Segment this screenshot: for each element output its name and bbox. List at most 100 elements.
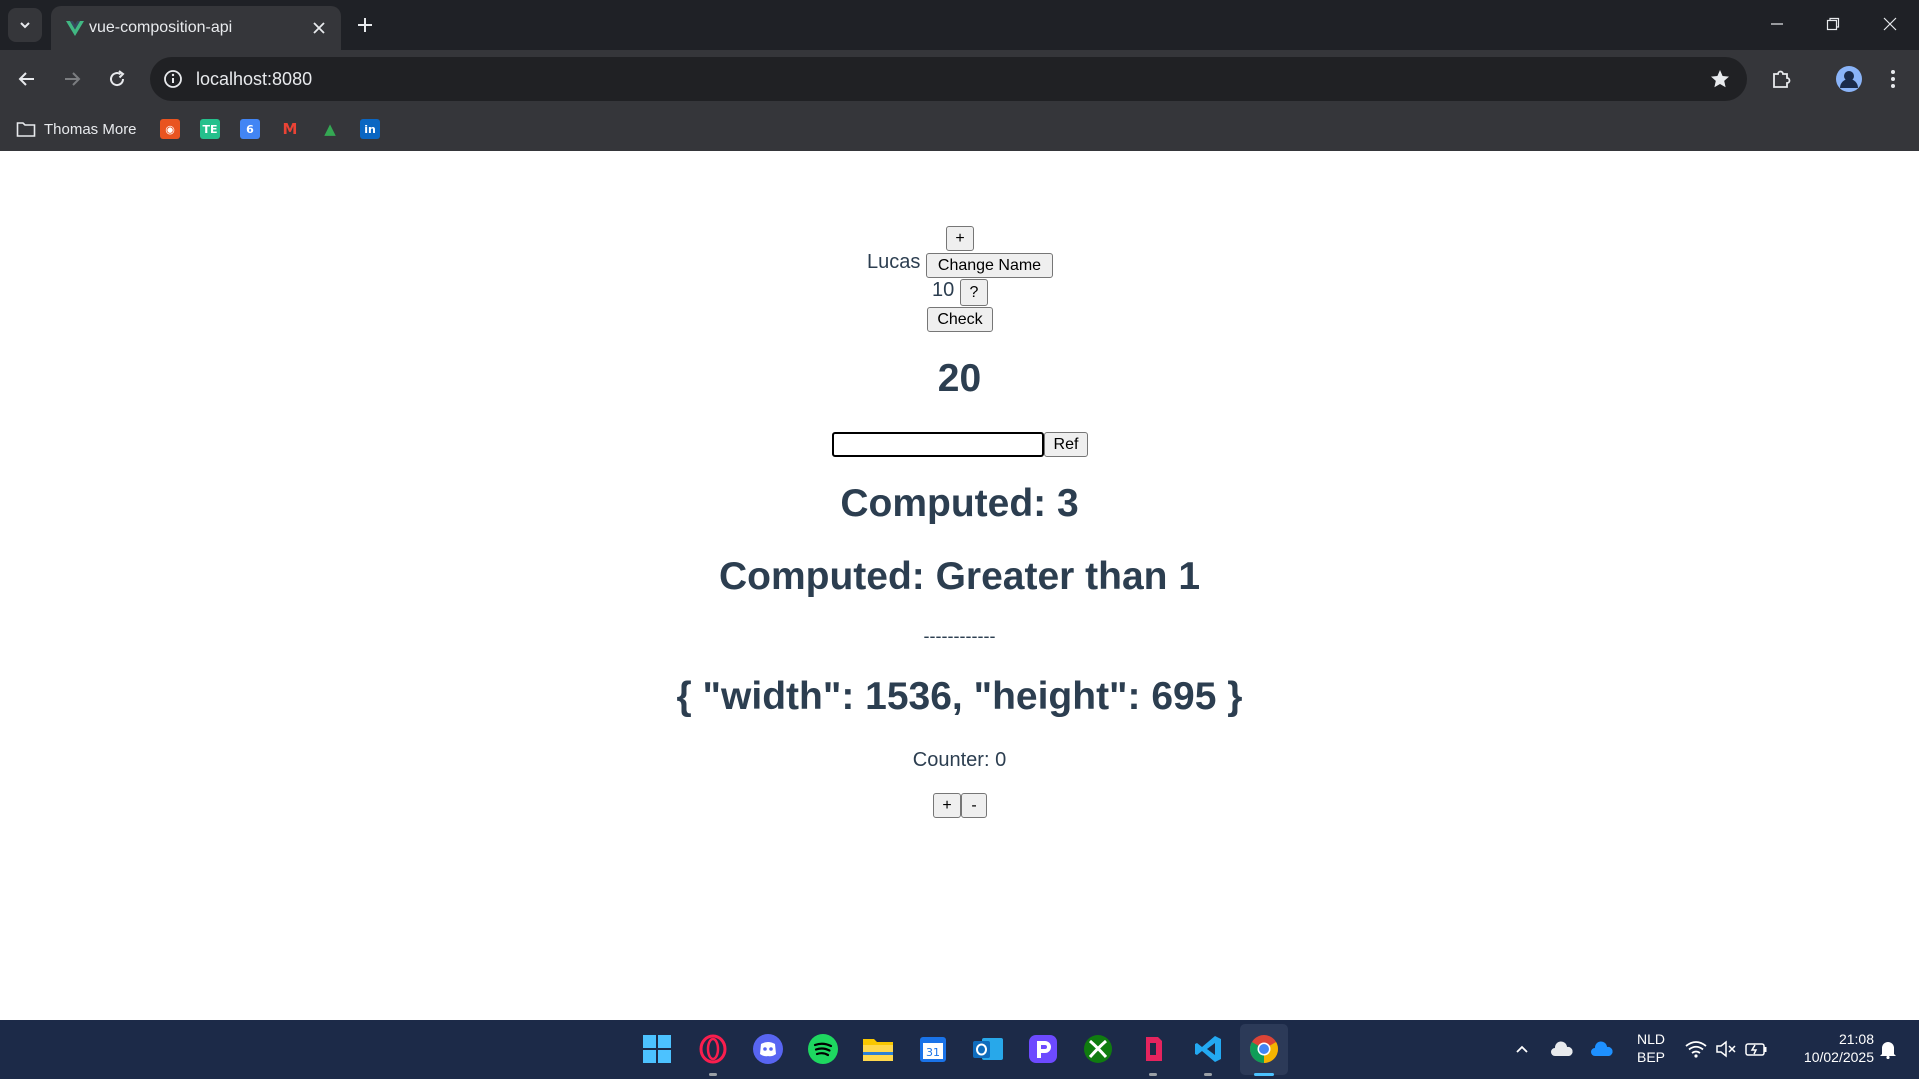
change-name-button[interactable]: Change Name [926, 253, 1053, 278]
chevron-down-icon [20, 22, 30, 29]
windows-taskbar: 31 NLD BEP 21:08 10/02/2025 [0, 1020, 1919, 1079]
onedrive-business-tray[interactable] [1587, 1033, 1617, 1065]
battery-tray[interactable] [1742, 1033, 1770, 1065]
cloud-icon [1591, 1041, 1613, 1056]
big-number-heading: 20 [937, 357, 982, 400]
tab-title: vue-composition-api [89, 19, 233, 36]
vscode-icon [1195, 1036, 1221, 1062]
ref-input[interactable] [832, 432, 1044, 457]
start-button[interactable] [641, 1033, 673, 1065]
proton-icon [1029, 1035, 1057, 1063]
address-bar[interactable]: localhost:8080 [150, 57, 1747, 101]
question-button[interactable]: ? [960, 279, 988, 306]
close-icon [1883, 17, 1897, 31]
gmail-bookmark-icon[interactable]: M [280, 119, 300, 139]
bookmarks-bar: Thomas More ◉ TE 6 M ▲ in [0, 108, 1919, 151]
computed-count-heading: Computed: 3 [840, 482, 1079, 525]
close-icon [313, 22, 325, 34]
onedrive-personal-tray[interactable] [1547, 1033, 1577, 1065]
tab-close-button[interactable] [309, 18, 329, 38]
app-icon [1146, 1037, 1162, 1061]
new-tab-button[interactable] [352, 12, 378, 38]
name-text: Lucas [867, 251, 921, 273]
discord-taskbar-button[interactable] [752, 1033, 784, 1065]
check-button[interactable]: Check [927, 307, 993, 332]
profile-button[interactable] [1832, 62, 1866, 96]
counter-decrement-button[interactable]: - [961, 793, 987, 818]
drive-bookmark-icon[interactable]: ▲ [320, 119, 340, 139]
chrome-menu-button[interactable] [1876, 62, 1910, 96]
keyboard-layout: BEP [1636, 1049, 1665, 1065]
xbox-icon [1084, 1035, 1112, 1063]
folder-icon [16, 122, 36, 137]
proton-taskbar-button[interactable] [1027, 1033, 1059, 1065]
clock[interactable]: 21:08 10/02/2025 [1778, 1030, 1874, 1066]
ref-button[interactable]: Ref [1044, 432, 1088, 457]
xbox-taskbar-button[interactable] [1082, 1033, 1114, 1065]
bookmark-folder-thomas-more[interactable]: Thomas More [16, 117, 137, 141]
language-code: NLD [1636, 1031, 1665, 1047]
increment-button[interactable]: + [946, 226, 974, 251]
reload-button[interactable] [100, 62, 134, 96]
counter-text: Counter: 0 [912, 749, 1007, 771]
minimize-icon [1771, 23, 1783, 25]
vscode-taskbar-button[interactable] [1192, 1033, 1224, 1065]
plus-icon [358, 18, 372, 32]
opera-gx-icon [699, 1034, 727, 1064]
network-tray[interactable] [1682, 1033, 1710, 1065]
more-vert-icon [1891, 70, 1895, 88]
arrow-right-icon [65, 72, 81, 86]
restore-button[interactable] [1815, 8, 1851, 40]
computed-text-heading: Computed: Greater than 1 [718, 555, 1201, 598]
discord-icon [753, 1034, 783, 1064]
tab-search-button[interactable] [8, 8, 42, 42]
outlook-icon [973, 1038, 1003, 1060]
opera-gx-taskbar-button[interactable] [697, 1033, 729, 1065]
linkedin-bookmark-icon[interactable]: in [360, 119, 380, 139]
volume-muted-icon [1716, 1040, 1736, 1058]
windows-logo-icon [643, 1035, 671, 1063]
wifi-icon [1685, 1041, 1707, 1058]
volume-tray[interactable] [1712, 1033, 1740, 1065]
minimize-button[interactable] [1759, 8, 1795, 40]
spotify-icon [808, 1034, 838, 1064]
browser-tab[interactable]: vue-composition-api [51, 6, 341, 50]
calendar-bookmark-icon[interactable]: 6 [240, 119, 260, 139]
outlook-taskbar-button[interactable] [972, 1033, 1004, 1065]
close-window-button[interactable] [1872, 8, 1908, 40]
site-info-icon[interactable] [162, 68, 184, 90]
avatar-icon [1836, 66, 1862, 92]
url-text: localhost:8080 [196, 69, 313, 89]
spotify-taskbar-button[interactable] [807, 1033, 839, 1065]
calendar-taskbar-button[interactable]: 31 [917, 1033, 949, 1065]
forward-button[interactable] [55, 62, 89, 96]
show-hidden-icons-button[interactable] [1507, 1033, 1537, 1065]
chrome-icon [1250, 1035, 1278, 1063]
clock-time: 21:08 [1838, 1031, 1874, 1047]
chrome-taskbar-button[interactable] [1248, 1033, 1280, 1065]
file-explorer-taskbar-button[interactable] [862, 1033, 894, 1065]
clock-date: 10/02/2025 [1803, 1049, 1874, 1065]
app-taskbar-button[interactable] [1137, 1033, 1169, 1065]
extensions-button[interactable] [1764, 62, 1798, 96]
svg-text:31: 31 [926, 1046, 940, 1059]
puzzle-icon [1773, 70, 1791, 88]
running-indicator [1204, 1073, 1212, 1076]
arrow-left-icon [18, 72, 34, 86]
browser-tab-bar: vue-composition-api [0, 0, 1919, 50]
bell-icon [1880, 1042, 1896, 1059]
vue-logo-icon [66, 21, 84, 36]
counter-increment-button[interactable]: + [933, 793, 961, 818]
language-indicator[interactable]: NLD BEP [1632, 1030, 1670, 1066]
notifications-button[interactable] [1874, 1033, 1902, 1065]
active-indicator [1254, 1073, 1274, 1076]
bookmark-star-icon[interactable] [1709, 68, 1731, 90]
restore-icon [1826, 17, 1840, 31]
battery-charging-icon [1745, 1043, 1767, 1056]
running-indicator [709, 1073, 717, 1076]
te-bookmark-icon[interactable]: TE [200, 119, 220, 139]
ubuntu-bookmark-icon[interactable]: ◉ [160, 119, 180, 139]
back-button[interactable] [10, 62, 44, 96]
number-text: 10 [932, 279, 955, 301]
window-size-heading: { "width": 1536, "height": 695 } [676, 675, 1243, 718]
